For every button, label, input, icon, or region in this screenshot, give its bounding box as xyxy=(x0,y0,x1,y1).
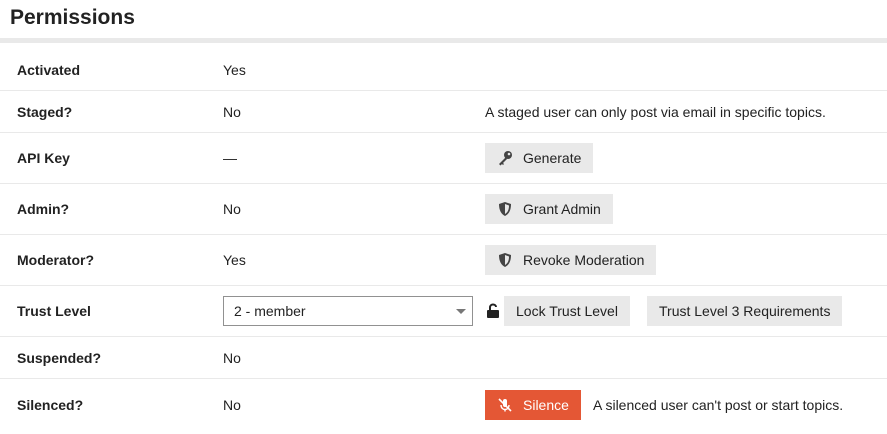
unlock-icon xyxy=(486,303,500,319)
row-label: Activated xyxy=(17,62,81,78)
revoke-moderation-button[interactable]: Revoke Moderation xyxy=(485,245,657,275)
button-label: Lock Trust Level xyxy=(516,303,618,319)
row-value: — xyxy=(223,150,237,166)
row-suspended: Suspended? No xyxy=(0,337,887,379)
key-icon xyxy=(497,150,513,166)
row-trust-level: Trust Level 2 - member Lock Trust Level … xyxy=(0,286,887,337)
button-label: Trust Level 3 Requirements xyxy=(659,303,831,319)
button-label: Grant Admin xyxy=(523,201,601,217)
section-title: Permissions xyxy=(10,6,135,29)
silence-button[interactable]: Silence xyxy=(485,390,581,420)
row-label: Moderator? xyxy=(17,252,94,268)
row-value: No xyxy=(223,350,241,366)
trust-level-selected: 2 - member xyxy=(234,303,306,319)
row-label: API Key xyxy=(17,150,70,166)
staged-note: A staged user can only post via email in… xyxy=(485,104,826,120)
microphone-slash-icon xyxy=(497,397,513,413)
row-label: Admin? xyxy=(17,201,70,217)
trust-level-select[interactable]: 2 - member xyxy=(223,296,473,326)
row-label: Trust Level xyxy=(17,303,91,319)
row-value: No xyxy=(223,104,241,120)
generate-api-key-button[interactable]: Generate xyxy=(485,143,594,173)
button-label: Silence xyxy=(523,397,569,413)
row-value: Yes xyxy=(223,252,246,268)
row-value: Yes xyxy=(223,62,246,78)
row-admin: Admin? No Grant Admin xyxy=(0,184,887,235)
button-label: Generate xyxy=(523,150,582,166)
row-staged: Staged? No A staged user can only post v… xyxy=(0,91,887,133)
button-label: Revoke Moderation xyxy=(523,252,645,268)
row-label: Staged? xyxy=(17,104,73,120)
title-divider xyxy=(0,38,887,43)
grant-admin-button[interactable]: Grant Admin xyxy=(485,194,613,224)
shield-icon xyxy=(497,201,513,217)
row-api-key: API Key — Generate xyxy=(0,133,887,184)
row-moderator: Moderator? Yes Revoke Moderation xyxy=(0,235,887,286)
lock-trust-level-button[interactable]: Lock Trust Level xyxy=(504,296,630,326)
row-silenced: Silenced? No Silence A silenced user can… xyxy=(0,379,887,431)
row-value: No xyxy=(223,201,241,217)
row-activated: Activated Yes xyxy=(0,49,887,91)
shield-icon xyxy=(497,252,513,268)
row-label: Silenced? xyxy=(17,397,84,413)
trust-level-requirements-button[interactable]: Trust Level 3 Requirements xyxy=(647,296,843,326)
permissions-panel: Permissions Activated Yes Staged? No A s… xyxy=(0,0,887,434)
chevron-down-icon xyxy=(456,309,466,314)
row-value: No xyxy=(223,397,241,413)
row-label: Suspended? xyxy=(17,350,102,366)
silenced-note: A silenced user can't post or start topi… xyxy=(593,397,844,413)
